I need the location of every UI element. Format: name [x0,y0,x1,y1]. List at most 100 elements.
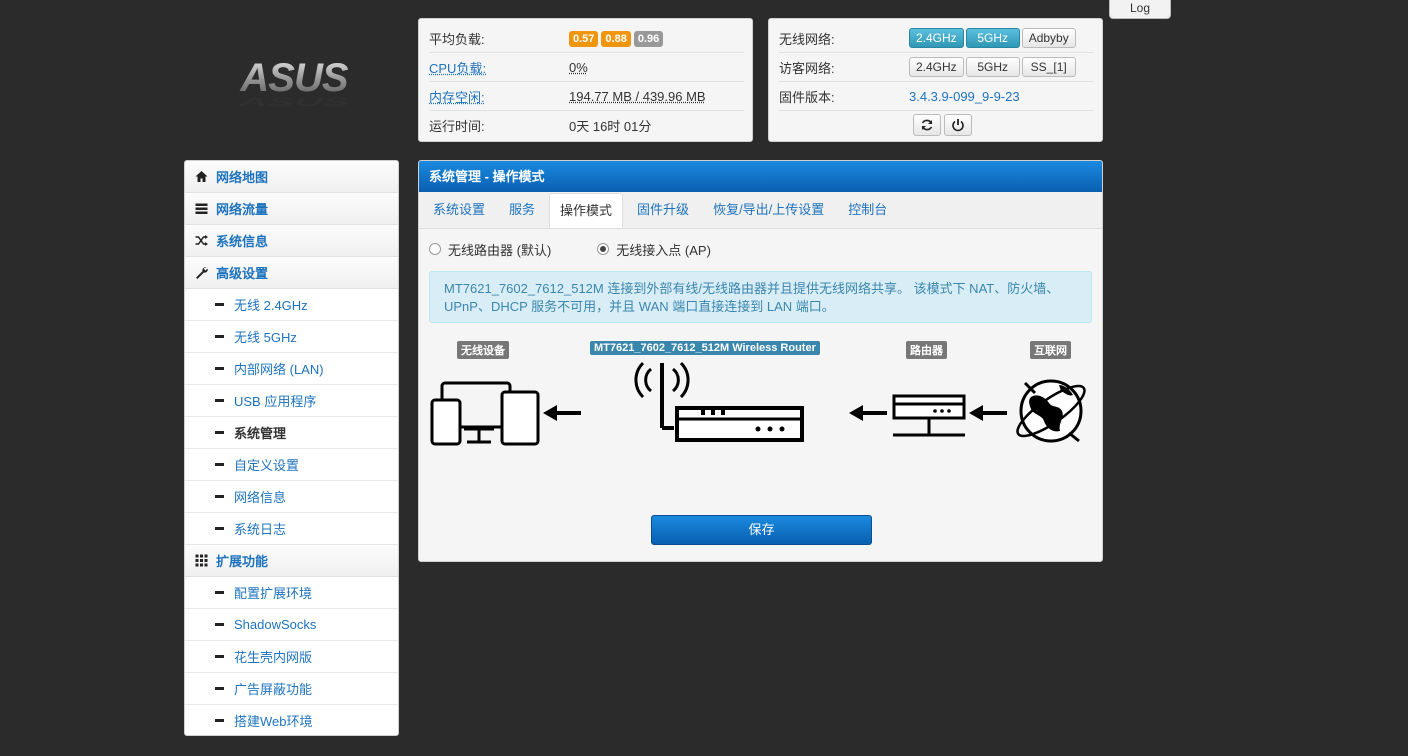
cpu-value: 0% [569,59,588,75]
dash-icon [215,495,224,498]
load-label: 平均负载: [429,31,485,47]
tab-services[interactable]: 服务 [499,192,545,228]
dash-icon [215,399,224,402]
diagram-drawing [430,361,1086,446]
dash-icon [215,367,224,370]
home-icon [195,171,208,182]
dash-icon [215,719,224,722]
refresh-icon [921,119,933,131]
cpu-load-link[interactable]: CPU负载: [429,58,569,77]
sidebar-sub-web-env[interactable]: 搭建Web环境 [185,705,398,735]
guest-2g-button[interactable]: 2.4GHz [909,57,964,77]
dash-icon [215,431,224,434]
mem-free-link[interactable]: 内存空闲: [429,87,569,106]
mode-radio-group: 无线路由器 (默认) 无线接入点 (AP) [419,229,1102,269]
dash-icon [215,591,224,594]
sidebar-item-network-map[interactable]: 网络地图 [185,161,398,193]
sidebar-item-label: 网络地图 [216,170,269,185]
sidebar-item-extensions[interactable]: 扩展功能 [185,545,398,577]
sidebar-item-label: 网络流量 [216,202,269,217]
dash-icon [215,303,224,306]
power-button[interactable] [944,114,972,136]
sidebar-item-advanced[interactable]: 高级设置 [185,257,398,289]
sidebar-sub-label: 配置扩展环境 [234,586,313,601]
tab-restore-settings[interactable]: 恢复/导出/上传设置 [703,192,834,228]
adbyby-button[interactable]: Adbyby [1021,28,1076,48]
sidebar-sub-label: 无线 2.4GHz [234,298,308,313]
sidebar-sub-usb[interactable]: USB 应用程序 [185,385,398,417]
ap-mode-radio[interactable]: 无线接入点 (AP) [597,240,711,259]
sidebar-sub-oray[interactable]: 花生壳内网版 [185,641,398,673]
globe-icon [1016,379,1086,443]
ss-button[interactable]: SS_[1] [1021,57,1076,77]
sidebar-item-label: 扩展功能 [216,554,269,569]
log-button[interactable]: Log [1109,0,1171,19]
save-button[interactable]: 保存 [651,515,872,545]
dash-icon [215,527,224,530]
wireless-label: 无线网络: [779,31,835,47]
router-mode-radio[interactable]: 无线路由器 (默认) [429,240,551,259]
sidebar-sub-shadowsocks[interactable]: ShadowSocks [185,609,398,641]
tab-operation-mode[interactable]: 操作模式 [549,193,624,228]
sidebar-sub-label: 无线 5GHz [234,330,297,345]
radio-circle[interactable] [597,243,610,255]
sidebar-sub-wireless-2g[interactable]: 无线 2.4GHz [185,289,398,321]
devices-icon [430,381,540,446]
network-diagram: 无线设备 MT7621_7602_7612_512M Wireless Rout… [419,323,1102,503]
firmware-value[interactable]: 3.4.3.9-099_9-9-23 [909,89,1020,104]
load-5min: 0.88 [601,30,631,47]
sidebar-item-label: 高级设置 [216,266,269,281]
sidebar-item-system-info[interactable]: 系统信息 [185,225,398,257]
dash-icon [215,655,224,658]
guest-label: 访客网络: [779,60,835,76]
tab-console[interactable]: 控制台 [838,192,897,228]
page-title: 系统管理 - 操作模式 [419,161,1102,192]
guest-5g-button[interactable]: 5GHz [965,57,1020,77]
sidebar-sub-administration[interactable]: 系统管理 [185,417,398,449]
sidebar-sub-ext-env[interactable]: 配置扩展环境 [185,577,398,609]
power-icon [952,119,964,132]
tab-system-settings[interactable]: 系统设置 [423,192,495,228]
wireless-2g-button[interactable]: 2.4GHz [909,28,964,48]
sidebar-sub-lan[interactable]: 内部网络 (LAN) [185,353,398,385]
dash-icon [215,687,224,690]
mode-info-box: MT7621_7602_7612_512M 连接到外部有线/无线路由器并且提供无… [429,271,1092,323]
arrow-icon [849,405,887,421]
arrow-icon [543,405,581,421]
sidebar-sub-label: ShadowSocks [234,617,317,632]
wireless-5g-button[interactable]: 5GHz [965,28,1020,48]
network-status-panel: 无线网络: 2.4GHz 5GHz Adbyby 访客网络: 2.4GHz 5G… [768,18,1103,142]
tab-firmware-upgrade[interactable]: 固件升级 [627,192,699,228]
router-icon [634,361,804,442]
sidebar-sub-label: 搭建Web环境 [234,714,313,729]
sidebar-sub-label: 广告屏蔽功能 [234,682,313,697]
traffic-icon [195,203,208,214]
sidebar-sub-netinfo[interactable]: 网络信息 [185,481,398,513]
sidebar-sub-custom[interactable]: 自定义设置 [185,449,398,481]
router-mode-label: 无线路由器 (默认) [448,242,552,258]
sidebar-item-label: 系统信息 [216,234,269,249]
asus-logo: ASUS ASUS [222,55,367,110]
dash-icon [215,463,224,466]
sidebar-sub-label: 花生壳内网版 [234,650,313,665]
tab-bar: 系统设置 服务 操作模式 固件升级 恢复/导出/上传设置 控制台 [419,192,1102,229]
svg-text:ASUS: ASUS [239,56,348,100]
uptime-value: 0天 16时 01分 [569,118,652,134]
sidebar-sub-label: 内部网络 (LAN) [234,362,324,377]
sidebar: 网络地图 网络流量 系统信息 高级设置 无线 2.4GHz 无线 5GHz 内部… [184,160,399,736]
sidebar-sub-label: USB 应用程序 [234,394,317,409]
sidebar-sub-wireless-5g[interactable]: 无线 5GHz [185,321,398,353]
sidebar-item-traffic[interactable]: 网络流量 [185,193,398,225]
refresh-button[interactable] [913,114,941,136]
sidebar-sub-label: 网络信息 [234,490,287,505]
sidebar-sub-label: 自定义设置 [234,458,300,473]
sidebar-sub-syslog[interactable]: 系统日志 [185,513,398,545]
dash-icon [215,335,224,338]
uptime-label: 运行时间: [429,118,485,134]
svg-text:ASUS: ASUS [237,95,350,108]
load-values: 0.57 0.88 0.96 [569,30,666,47]
sidebar-sub-label: 系统日志 [234,522,287,537]
radio-circle[interactable] [429,243,441,255]
firmware-label: 固件版本: [779,89,835,105]
sidebar-sub-adblock[interactable]: 广告屏蔽功能 [185,673,398,705]
